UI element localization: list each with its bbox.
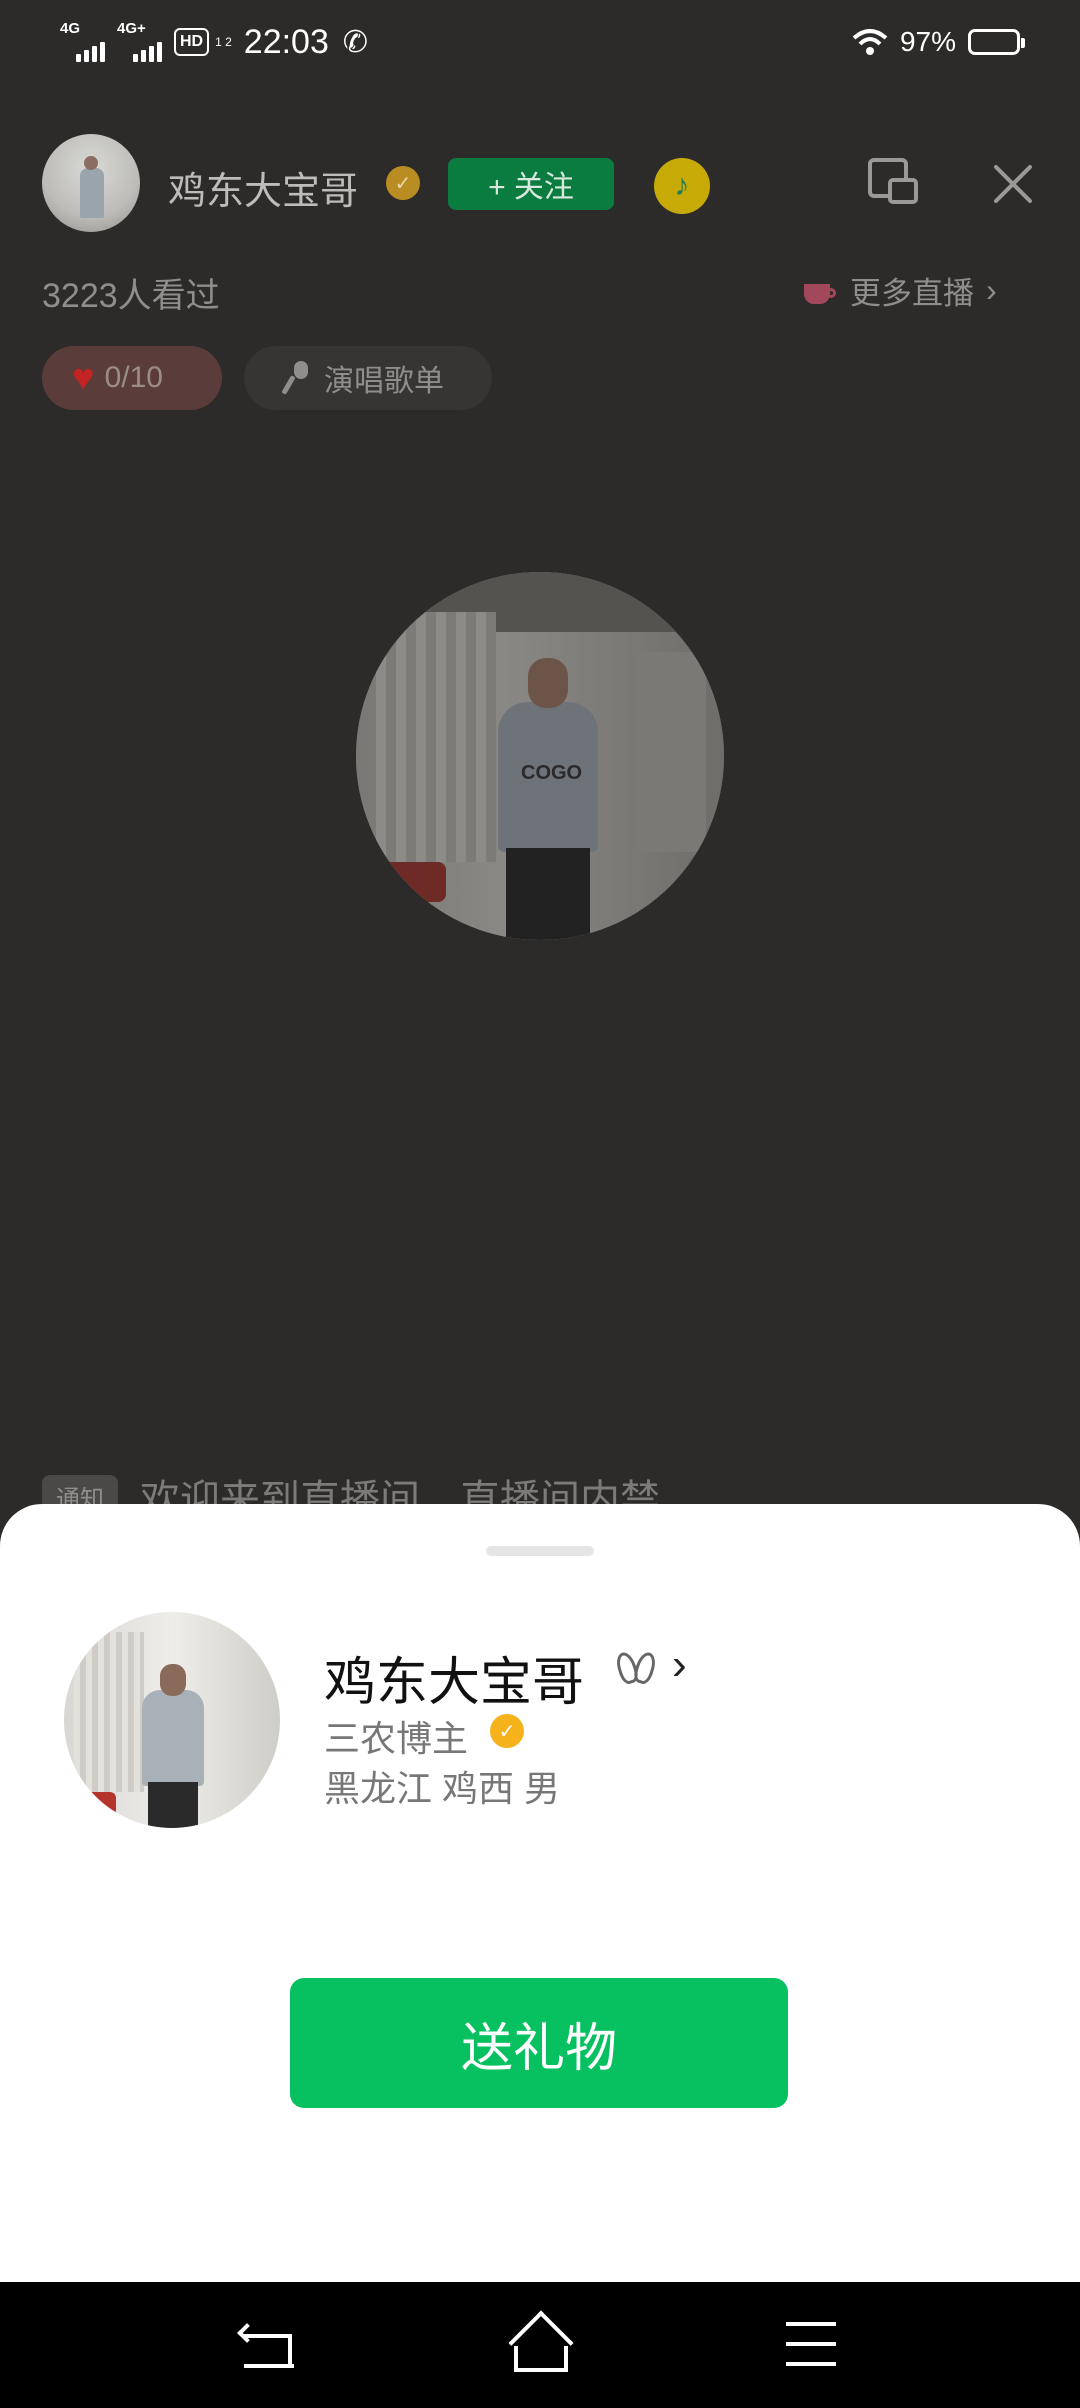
menu-icon[interactable] — [786, 2322, 836, 2366]
navigation-bar — [0, 2282, 1080, 2408]
profile-bottom-sheet: 鸡东大宝哥 › 三农博主 ✓ 黑龙江 鸡西 男 送礼物 — [0, 1504, 1080, 2282]
like-count: 0/10 — [104, 361, 163, 394]
follow-button[interactable]: + 关注 — [448, 158, 614, 210]
viewer-count: 3223人看过 — [42, 277, 220, 315]
live-header: 鸡东大宝哥 ✓ + 关注 ♪ — [42, 134, 1042, 234]
verified-badge-icon: ✓ — [386, 166, 420, 200]
signal-icon — [133, 42, 162, 62]
song-list-label: 演唱歌单 — [324, 365, 444, 398]
back-icon[interactable] — [237, 2322, 296, 2368]
battery-percent: 97% — [899, 26, 956, 57]
host-name[interactable]: 鸡东大宝哥 — [168, 160, 358, 215]
song-list-button[interactable]: 演唱歌单 — [244, 346, 492, 410]
hd-voice-badge: HD — [174, 28, 210, 56]
network-type-label-2: 4G+ — [117, 20, 146, 37]
profile-title: 三农博主 — [324, 1718, 469, 1759]
cellular-signal-1: 4G — [60, 20, 105, 62]
music-note-icon[interactable]: ♪ — [654, 158, 710, 214]
close-icon[interactable] — [986, 156, 1040, 210]
home-icon[interactable] — [506, 2310, 576, 2376]
heart-icon: ♥ — [72, 356, 95, 399]
stream-cover-photo: COGO — [356, 572, 724, 940]
microphone-icon — [280, 361, 310, 395]
profile-name[interactable]: 鸡东大宝哥 — [324, 1640, 584, 1715]
chevron-right-icon[interactable]: › — [672, 1640, 687, 1690]
more-live-link[interactable]: 更多直播 › — [802, 268, 997, 313]
battery-icon — [968, 29, 1025, 55]
verified-badge-icon: ✓ — [490, 1714, 524, 1748]
creator-tag-icon — [613, 1648, 660, 1688]
send-gift-button[interactable]: 送礼物 — [290, 1978, 788, 2108]
like-counter-pill[interactable]: ♥ 0/10 — [42, 346, 222, 410]
more-live-label: 更多直播 — [850, 276, 974, 311]
hd-sim-index: 1 2 — [215, 35, 232, 49]
signal-icon — [76, 42, 105, 62]
picture-in-picture-icon[interactable] — [868, 158, 920, 210]
profile-location: 黑龙江 鸡西 男 — [324, 1768, 561, 1809]
sheet-drag-handle[interactable] — [486, 1546, 594, 1556]
cellular-signal-2: 4G+ — [117, 20, 162, 62]
chevron-right-icon: › — [986, 272, 997, 308]
status-bar: 4G 4G+ HD 1 2 22:03 ✆ 97% — [0, 0, 1080, 84]
wifi-icon — [852, 29, 888, 55]
phone-call-icon: ✆ — [342, 25, 369, 59]
coffee-cup-icon — [802, 274, 838, 308]
clock: 22:03 — [243, 22, 329, 61]
host-avatar[interactable] — [42, 134, 140, 232]
profile-avatar[interactable] — [64, 1612, 280, 1828]
network-type-label: 4G — [60, 20, 81, 37]
